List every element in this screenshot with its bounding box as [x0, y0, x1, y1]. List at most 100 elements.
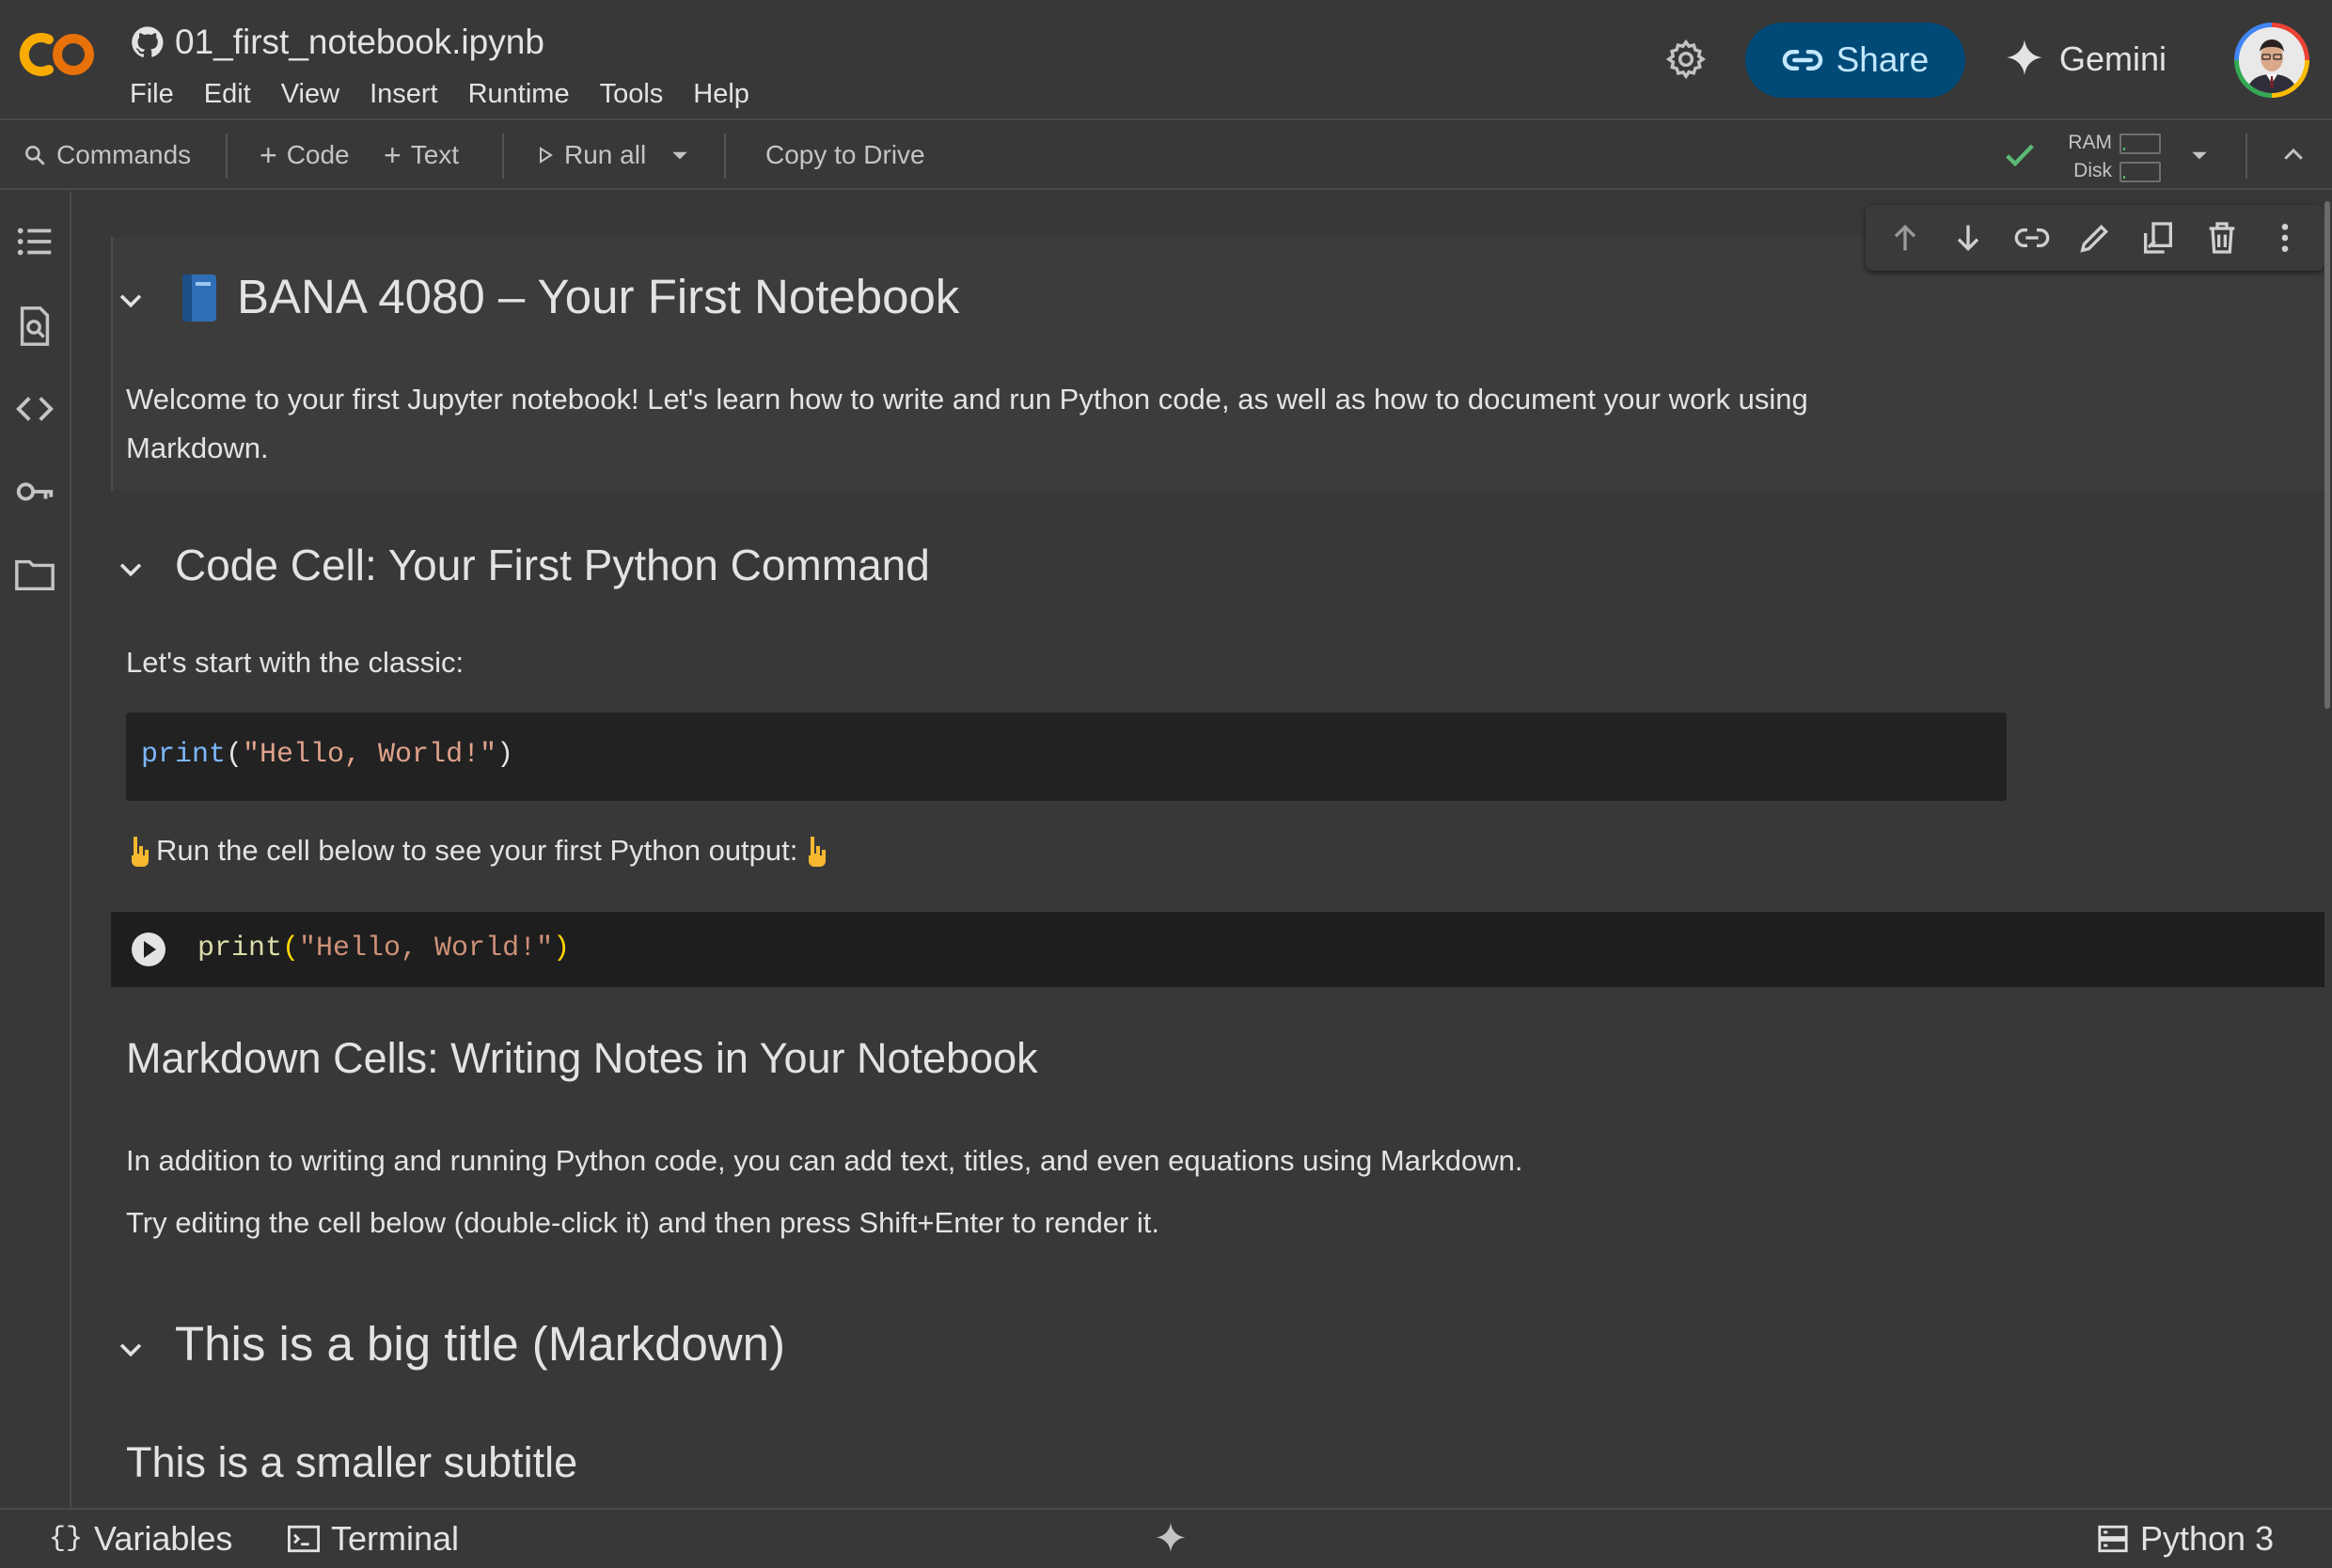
- avatar[interactable]: [2234, 23, 2309, 98]
- run-cell-button[interactable]: [130, 931, 167, 968]
- toolbar-divider: [226, 133, 228, 179]
- notebook-heading: BANA 4080 – Your First Notebook: [237, 270, 960, 323]
- intro-text-line: Markdown.: [126, 431, 269, 464]
- commands-label: Commands: [56, 140, 192, 169]
- braces-icon: {}: [49, 1523, 84, 1555]
- code-token-string: "Hello, World!": [243, 739, 497, 771]
- code-token-paren: (: [226, 739, 244, 771]
- section-text: Let's start with the classic:: [126, 646, 465, 679]
- menu-view[interactable]: View: [266, 75, 355, 113]
- plus-icon: +: [384, 137, 402, 172]
- terminal-icon: [288, 1525, 320, 1553]
- run-all-dropdown[interactable]: [670, 122, 690, 188]
- copy-to-drive-button[interactable]: Copy to Drive: [765, 122, 925, 188]
- gemini-label: Gemini: [2059, 39, 2167, 78]
- menu-edit[interactable]: Edit: [189, 75, 266, 113]
- header: 01_first_notebook.ipynb File Edit View I…: [0, 0, 2332, 120]
- code-token-paren: ): [496, 739, 514, 771]
- left-sidebar: [0, 192, 71, 1508]
- check-icon: [2006, 144, 2034, 167]
- arrow-up-icon[interactable]: [1886, 219, 1924, 257]
- colab-logo[interactable]: [17, 26, 102, 83]
- pointing-down-icon: [809, 837, 827, 867]
- notebook-scrollbar[interactable]: [2324, 192, 2332, 1508]
- find-icon[interactable]: [13, 305, 56, 348]
- caret-down-icon: [672, 151, 687, 160]
- code-token-paren: (: [282, 933, 300, 964]
- resources-indicator[interactable]: RAM Disk: [2065, 128, 2163, 184]
- notebook-toolbar: Commands + Code + Text Run all Copy to D…: [0, 122, 2332, 190]
- section-heading: Code Cell: Your First Python Command: [175, 541, 930, 589]
- server-icon: [2098, 1525, 2128, 1553]
- menu-bar: File Edit View Insert Runtime Tools Help: [130, 75, 764, 113]
- gear-icon[interactable]: [1664, 38, 1708, 81]
- status-bar: {} Variables Terminal Python 3: [0, 1508, 2332, 1568]
- gemini-status-button[interactable]: [1153, 1510, 1189, 1568]
- collapse-header-button[interactable]: [2279, 122, 2308, 188]
- notebook-title[interactable]: 01_first_notebook.ipynb: [175, 23, 544, 62]
- copy-to-drive-label: Copy to Drive: [765, 140, 925, 169]
- code-editor[interactable]: print("Hello, World!"): [197, 933, 570, 964]
- github-icon: [132, 26, 164, 57]
- search-icon: [25, 146, 45, 165]
- ram-label: RAM: [2068, 132, 2112, 153]
- toc-icon[interactable]: [13, 220, 56, 263]
- chevron-up-icon: [2284, 148, 2303, 160]
- menu-file[interactable]: File: [130, 75, 189, 113]
- markdown-code-text: print("Hello, World!"): [141, 739, 513, 771]
- folder-icon[interactable]: [13, 553, 56, 596]
- chevron-down-icon[interactable]: [115, 1333, 147, 1365]
- code-token-paren: ): [553, 933, 571, 964]
- arrow-down-icon[interactable]: [1949, 219, 1987, 257]
- connected-status[interactable]: [2001, 122, 2039, 188]
- section-text: In addition to writing and running Pytho…: [126, 1144, 1523, 1177]
- code-snippets-icon[interactable]: [13, 387, 56, 431]
- share-button[interactable]: Share: [1745, 23, 1965, 98]
- terminal-button[interactable]: Terminal: [288, 1510, 459, 1568]
- run-hint-text: Run the cell below to see your first Pyt…: [156, 834, 798, 867]
- runtime-type-button[interactable]: Python 3: [2097, 1510, 2274, 1568]
- menu-tools[interactable]: Tools: [585, 75, 679, 113]
- cell-toolbar: [1866, 205, 2324, 271]
- pointing-down-icon: [132, 837, 149, 867]
- add-code-button[interactable]: + Code: [260, 122, 350, 188]
- play-icon: [540, 147, 553, 164]
- commands-button[interactable]: Commands: [23, 122, 191, 188]
- runtime-label: Python 3: [2140, 1519, 2275, 1558]
- section-text: Try editing the cell below (double-click…: [126, 1206, 1160, 1239]
- ram-bar: [2119, 133, 2161, 154]
- key-icon[interactable]: [13, 470, 56, 513]
- caret-down-icon: [2192, 151, 2207, 160]
- title-row: 01_first_notebook.ipynb: [130, 19, 544, 66]
- resources-dropdown[interactable]: [2189, 122, 2210, 188]
- link-icon[interactable]: [2013, 219, 2051, 257]
- mirror-cell-icon[interactable]: [2139, 219, 2177, 257]
- pencil-icon[interactable]: [2076, 219, 2114, 257]
- notebook-area: BANA 4080 – Your First Notebook Welcome …: [73, 192, 2324, 1508]
- run-all-label: Run all: [564, 140, 647, 169]
- variables-button[interactable]: {} Variables: [49, 1510, 232, 1568]
- menu-runtime[interactable]: Runtime: [453, 75, 585, 113]
- chevron-down-icon[interactable]: [115, 553, 147, 585]
- link-icon: [1782, 50, 1822, 71]
- toolbar-divider: [724, 133, 726, 179]
- blue-book-icon: [182, 274, 216, 321]
- chevron-down-icon[interactable]: [115, 284, 147, 316]
- markdown-code-block: print("Hello, World!"): [126, 713, 2007, 801]
- gemini-button[interactable]: Gemini: [2003, 28, 2167, 90]
- text-label: Text: [410, 140, 460, 169]
- colab-app: 01_first_notebook.ipynb File Edit View I…: [0, 0, 2332, 1568]
- add-text-button[interactable]: + Text: [384, 122, 459, 188]
- plus-icon: +: [260, 137, 277, 172]
- run-all-button[interactable]: Run all: [536, 122, 646, 188]
- terminal-label: Terminal: [331, 1519, 460, 1558]
- menu-help[interactable]: Help: [678, 75, 764, 113]
- scrollbar-thumb[interactable]: [2324, 201, 2330, 709]
- more-vert-icon[interactable]: [2266, 219, 2304, 257]
- intro-text-line: Welcome to your first Jupyter notebook! …: [126, 383, 1808, 416]
- code-cell[interactable]: print("Hello, World!"): [111, 912, 2324, 987]
- menu-insert[interactable]: Insert: [355, 75, 453, 113]
- disk-bar-fill: [2123, 176, 2125, 179]
- trash-icon[interactable]: [2203, 219, 2241, 257]
- disk-bar: [2119, 162, 2161, 182]
